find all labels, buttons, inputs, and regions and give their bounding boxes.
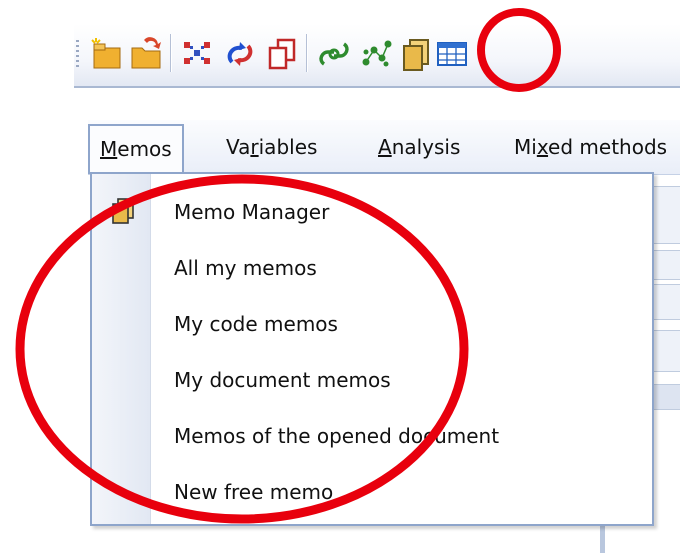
table-icon[interactable] [432, 34, 472, 74]
link-icon[interactable] [314, 34, 354, 74]
toolbar-grip[interactable] [76, 40, 79, 68]
menu-variables[interactable]: Variables [216, 124, 327, 170]
code-relations-icon[interactable] [178, 34, 218, 74]
menu-item-memos-of-opened-document[interactable]: Memos of the opened document [92, 408, 652, 464]
menu-item-label: My document memos [174, 368, 391, 392]
background-tab-fragment [650, 250, 680, 280]
copy-icon[interactable] [262, 34, 302, 74]
background-pane-fragment [650, 330, 680, 372]
memo-manager-icon [108, 196, 138, 226]
menu-item-new-free-memo[interactable]: New free memo [92, 464, 652, 520]
menu-memos[interactable]: Memos [88, 124, 184, 174]
menu-item-label: New free memo [174, 480, 334, 504]
menu-item-my-document-memos[interactable]: My document memos [92, 352, 652, 408]
background-toolbar-fragment [650, 186, 680, 244]
menu-mixed-methods[interactable]: Mixed methods [504, 124, 677, 170]
menu-item-my-code-memos[interactable]: My code memos [92, 296, 652, 352]
open-project-icon[interactable] [126, 34, 166, 74]
menu-item-label: All my memos [174, 256, 317, 280]
menu-bar: Memos Variables Analysis Mixed methods [88, 120, 680, 175]
menu-item-memo-manager[interactable]: Memo Manager [92, 184, 652, 240]
background-header-fragment [650, 384, 680, 410]
menu-item-all-my-memos[interactable]: All my memos [92, 240, 652, 296]
new-project-icon[interactable] [86, 34, 126, 74]
graph-icon[interactable] [356, 34, 396, 74]
menu-item-label: Memo Manager [174, 200, 330, 224]
background-pane-fragment [650, 284, 680, 320]
menu-analysis[interactable]: Analysis [368, 124, 470, 170]
activate-icon[interactable] [220, 34, 260, 74]
memos-dropdown-menu: Memo Manager All my memos My code memos … [90, 172, 654, 526]
memo-manager-icon[interactable] [396, 34, 436, 74]
menu-item-label: My code memos [174, 312, 338, 336]
toolbar [74, 24, 680, 88]
menu-item-label: Memos of the opened document [174, 424, 500, 448]
